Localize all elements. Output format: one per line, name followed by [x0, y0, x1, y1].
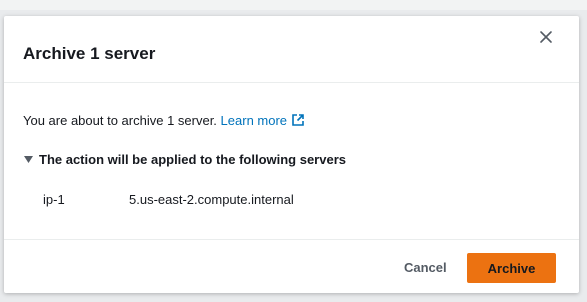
learn-more-link[interactable]: Learn more — [221, 113, 305, 128]
expander-label: The action will be applied to the follow… — [39, 152, 346, 167]
close-button[interactable] — [536, 27, 556, 47]
external-link-icon — [292, 114, 304, 126]
modal-title: Archive 1 server — [23, 44, 156, 63]
close-icon — [540, 31, 552, 43]
intro-text: You are about to archive 1 server. — [23, 113, 217, 128]
backdrop-edge-lower — [581, 244, 587, 258]
server-name-prefix: ip-1 — [43, 192, 65, 207]
modal-footer: Cancel Archive — [4, 239, 579, 294]
intro-line: You are about to archive 1 server. Learn… — [23, 113, 305, 129]
page-backdrop — [0, 0, 587, 10]
affected-servers-expander[interactable]: The action will be applied to the follow… — [24, 152, 346, 168]
archive-button[interactable]: Archive — [467, 253, 556, 283]
backdrop-edge — [581, 94, 587, 108]
cancel-button[interactable]: Cancel — [392, 253, 459, 283]
modal-header: Archive 1 server — [4, 16, 579, 83]
server-name-suffix: 5.us-east-2.compute.internal — [129, 192, 294, 207]
archive-modal: Archive 1 server You are about to archiv… — [4, 16, 579, 293]
learn-more-label: Learn more — [220, 113, 288, 128]
server-list-item: ip-1 5.us-east-2.compute.internal — [43, 192, 294, 208]
caret-down-icon — [24, 156, 33, 163]
